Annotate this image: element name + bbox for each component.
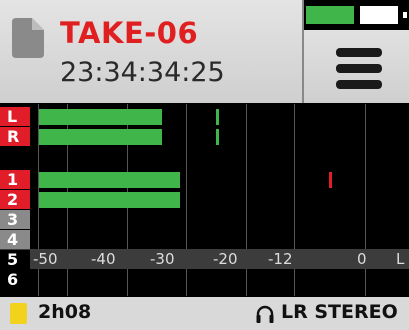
media-remaining: 2h08 <box>38 301 92 323</box>
channel-label-5[interactable]: 5 <box>0 250 30 269</box>
menu-button[interactable] <box>336 48 382 90</box>
channel-label-3[interactable]: 3 <box>0 210 30 229</box>
channel-label-l[interactable]: L <box>0 107 30 126</box>
file-icon <box>12 18 44 58</box>
take-name: TAKE-06 <box>60 16 199 50</box>
scale-tick: -50 <box>33 250 58 268</box>
sd-card-icon <box>10 303 27 324</box>
level-meters: -50 -40 -30 -20 -12 0 L LR123456 <box>0 104 409 296</box>
scale-tick: L <box>396 250 405 268</box>
peak-marker <box>216 129 219 145</box>
peak-marker <box>329 172 332 188</box>
take-info-panel[interactable]: TAKE-06 23:34:34:25 <box>0 0 302 103</box>
scale-tick: 0 <box>357 250 367 268</box>
channel-label-1[interactable]: 1 <box>0 170 30 189</box>
level-bar <box>39 109 162 125</box>
battery-remaining-space <box>360 6 398 24</box>
status-header: TAKE-06 23:34:34:25 <box>0 0 409 103</box>
battery-level <box>306 6 354 24</box>
scale-tick: -30 <box>150 250 175 268</box>
channel-label-4[interactable]: 4 <box>0 230 30 249</box>
channel-label-6[interactable]: 6 <box>0 270 30 289</box>
status-footer: 2h08 LR STEREO <box>0 297 409 330</box>
db-scale: -50 -40 -30 -20 -12 0 L <box>0 249 409 269</box>
monitor-mode[interactable]: LR STEREO <box>281 301 398 323</box>
menu-icon-bar <box>336 64 382 73</box>
scale-tick: -20 <box>213 250 238 268</box>
scale-tick: -12 <box>268 250 293 268</box>
menu-icon-bar <box>336 80 382 89</box>
battery-tip <box>403 12 407 18</box>
channel-label-2[interactable]: 2 <box>0 190 30 209</box>
battery-indicator <box>304 0 409 30</box>
peak-marker <box>216 109 219 125</box>
level-bar <box>39 192 180 208</box>
headphone-icon <box>256 305 274 323</box>
level-bar <box>39 172 180 188</box>
menu-icon-bar <box>336 48 382 57</box>
timecode: 23:34:34:25 <box>60 57 225 88</box>
channel-label-r[interactable]: R <box>0 127 30 146</box>
scale-tick: -40 <box>91 250 116 268</box>
level-bar <box>39 129 162 145</box>
